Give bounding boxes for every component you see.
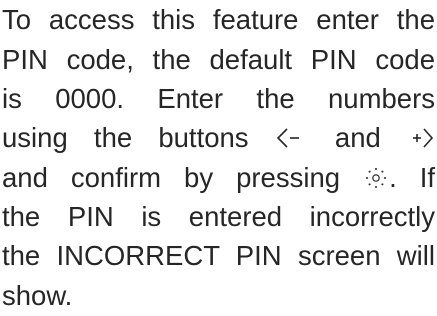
left-arrow-button-icon [275, 126, 309, 150]
paragraph-line-5-text-1: and confirm by pressing [2, 162, 341, 193]
paragraph-line-5-text-2: . If [389, 162, 436, 193]
paragraph-line-4: using the buttons and [2, 118, 435, 158]
paragraph-line-8: show. [2, 280, 73, 311]
right-arrow-button-icon [407, 126, 435, 150]
paragraph-line-7: the INCORRECT PIN screen will [2, 240, 435, 271]
paragraph-line-5-tail: . If [363, 162, 435, 193]
confirm-button-icon [363, 166, 389, 190]
paragraph-line-2: PIN code, the default PIN code [2, 44, 435, 75]
paragraph-line-4-text-2: and [334, 122, 381, 153]
paragraph-line-4-text-1: using the buttons [2, 122, 249, 153]
manual-page: To access this feature enter the PIN cod… [0, 0, 437, 316]
paragraph-line-1: To access this feature enter the [2, 4, 435, 35]
paragraph-line-3: is 0000. Enter the numbers [2, 83, 435, 114]
paragraph-line-6: the PIN is entered incorrectly [2, 201, 435, 232]
paragraph-line-5: and confirm by pressing . If [2, 158, 435, 198]
